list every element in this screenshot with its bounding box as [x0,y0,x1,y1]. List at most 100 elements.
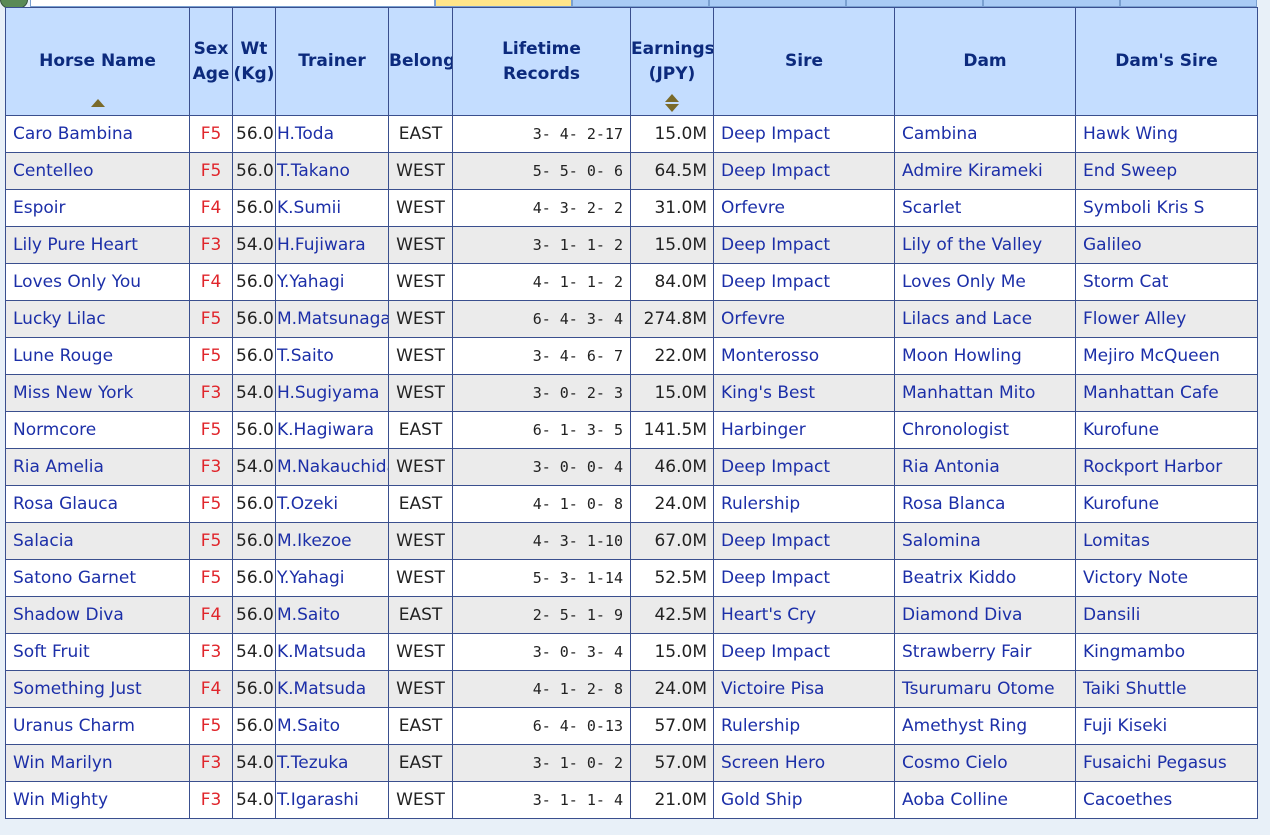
trainer-link[interactable]: K.Sumii [275,189,389,227]
horse-name-link[interactable]: Satono Garnet [5,559,190,597]
dams-sire-link[interactable]: Cacoethes [1075,781,1258,819]
col-header-sex-age[interactable]: Sex Age [189,7,233,116]
dams-sire-link[interactable]: Lomitas [1075,522,1258,560]
tab-5[interactable] [846,0,983,7]
trainer-link[interactable]: T.Igarashi [275,781,389,819]
tab-6[interactable] [983,0,1120,7]
trainer-link[interactable]: Y.Yahagi [275,559,389,597]
horse-name-link[interactable]: Ria Amelia [5,448,190,486]
col-header-lifetime-records[interactable]: Lifetime Records [452,7,631,116]
horse-name-link[interactable]: Lily Pure Heart [5,226,190,264]
col-header-dam[interactable]: Dam [894,7,1076,116]
dam-link[interactable]: Lilacs and Lace [894,300,1076,338]
sire-link[interactable]: Rulership [713,707,895,745]
col-header-earnings[interactable]: Earnings (JPY) [630,7,714,116]
dam-link[interactable]: Amethyst Ring [894,707,1076,745]
sire-link[interactable]: Deep Impact [713,115,895,153]
dams-sire-link[interactable]: Fuji Kiseki [1075,707,1258,745]
sire-link[interactable]: Orfevre [713,300,895,338]
dam-link[interactable]: Loves Only Me [894,263,1076,301]
horse-name-link[interactable]: Centelleo [5,152,190,190]
sire-link[interactable]: Deep Impact [713,263,895,301]
horse-name-link[interactable]: Loves Only You [5,263,190,301]
horse-name-link[interactable]: Win Mighty [5,781,190,819]
dam-link[interactable]: Chronologist [894,411,1076,449]
dam-link[interactable]: Aoba Colline [894,781,1076,819]
dams-sire-link[interactable]: Manhattan Cafe [1075,374,1258,412]
trainer-link[interactable]: K.Hagiwara [275,411,389,449]
tab-3[interactable] [572,0,709,7]
trainer-link[interactable]: H.Fujiwara [275,226,389,264]
sire-link[interactable]: Deep Impact [713,226,895,264]
horse-name-link[interactable]: Uranus Charm [5,707,190,745]
dam-link[interactable]: Rosa Blanca [894,485,1076,523]
sire-link[interactable]: Deep Impact [713,152,895,190]
dams-sire-link[interactable]: Hawk Wing [1075,115,1258,153]
trainer-link[interactable]: M.Nakauchida [275,448,389,486]
dams-sire-link[interactable]: Galileo [1075,226,1258,264]
tab-2[interactable] [435,0,572,7]
trainer-link[interactable]: M.Matsunaga [275,300,389,338]
trainer-link[interactable]: M.Saito [275,707,389,745]
col-header-weight[interactable]: Wt (Kg) [232,7,276,116]
sire-link[interactable]: Orfevre [713,189,895,227]
dam-link[interactable]: Lily of the Valley [894,226,1076,264]
dams-sire-link[interactable]: Kurofune [1075,411,1258,449]
dam-link[interactable]: Cosmo Cielo [894,744,1076,782]
dam-link[interactable]: Admire Kirameki [894,152,1076,190]
horse-name-link[interactable]: Something Just [5,670,190,708]
dams-sire-link[interactable]: Taiki Shuttle [1075,670,1258,708]
sire-link[interactable]: Gold Ship [713,781,895,819]
trainer-link[interactable]: M.Saito [275,596,389,634]
trainer-link[interactable]: K.Matsuda [275,670,389,708]
horse-name-link[interactable]: Miss New York [5,374,190,412]
sire-link[interactable]: Monterosso [713,337,895,375]
sire-link[interactable]: Deep Impact [713,633,895,671]
dam-link[interactable]: Beatrix Kiddo [894,559,1076,597]
horse-name-link[interactable]: Lucky Lilac [5,300,190,338]
dams-sire-link[interactable]: Rockport Harbor [1075,448,1258,486]
dam-link[interactable]: Diamond Diva [894,596,1076,634]
dams-sire-link[interactable]: Storm Cat [1075,263,1258,301]
col-header-belong[interactable]: Belong [388,7,453,116]
dams-sire-link[interactable]: Fusaichi Pegasus [1075,744,1258,782]
trainer-link[interactable]: T.Ozeki [275,485,389,523]
sire-link[interactable]: Victoire Pisa [713,670,895,708]
col-header-dams-sire[interactable]: Dam's Sire [1075,7,1258,116]
dams-sire-link[interactable]: End Sweep [1075,152,1258,190]
trainer-link[interactable]: T.Saito [275,337,389,375]
dams-sire-link[interactable]: Victory Note [1075,559,1258,597]
dams-sire-link[interactable]: Kurofune [1075,485,1258,523]
sire-link[interactable]: Deep Impact [713,448,895,486]
horse-name-link[interactable]: Normcore [5,411,190,449]
trainer-link[interactable]: H.Sugiyama [275,374,389,412]
tab-7[interactable] [1120,0,1257,7]
sire-link[interactable]: Rulership [713,485,895,523]
horse-name-link[interactable]: Espoir [5,189,190,227]
dam-link[interactable]: Salomina [894,522,1076,560]
dams-sire-link[interactable]: Kingmambo [1075,633,1258,671]
dam-link[interactable]: Manhattan Mito [894,374,1076,412]
sire-link[interactable]: Screen Hero [713,744,895,782]
horse-name-link[interactable]: Soft Fruit [5,633,190,671]
dams-sire-link[interactable]: Dansili [1075,596,1258,634]
horse-name-link[interactable]: Win Marilyn [5,744,190,782]
trainer-link[interactable]: H.Toda [275,115,389,153]
trainer-link[interactable]: T.Tezuka [275,744,389,782]
sort-toggle-icon[interactable] [665,94,679,112]
tab-1[interactable] [30,0,435,7]
sire-link[interactable]: Heart's Cry [713,596,895,634]
dam-link[interactable]: Scarlet [894,189,1076,227]
sire-link[interactable]: Deep Impact [713,522,895,560]
tab-4[interactable] [709,0,846,7]
trainer-link[interactable]: K.Matsuda [275,633,389,671]
horse-name-link[interactable]: Caro Bambina [5,115,190,153]
dams-sire-link[interactable]: Symboli Kris S [1075,189,1258,227]
dam-link[interactable]: Ria Antonia [894,448,1076,486]
horse-name-link[interactable]: Salacia [5,522,190,560]
horse-name-link[interactable]: Lune Rouge [5,337,190,375]
dam-link[interactable]: Tsurumaru Otome [894,670,1076,708]
sire-link[interactable]: King's Best [713,374,895,412]
dam-link[interactable]: Cambina [894,115,1076,153]
trainer-link[interactable]: Y.Yahagi [275,263,389,301]
